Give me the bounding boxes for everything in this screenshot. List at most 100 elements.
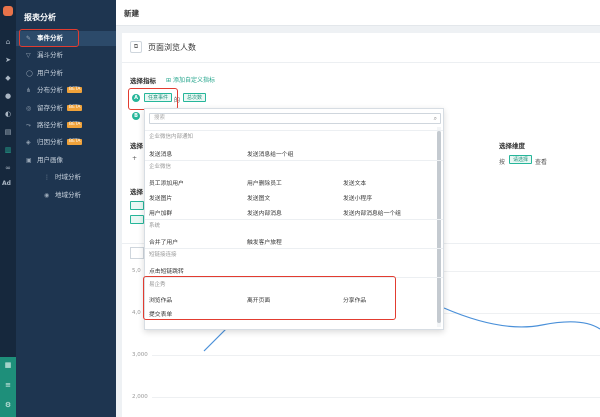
search-placeholder: 搜索 xyxy=(154,115,166,121)
option-item[interactable]: 用户删除员工 xyxy=(247,178,282,187)
option-item[interactable]: 触发客户旅程 xyxy=(247,237,282,246)
sidebar-item[interactable]: ▣ 用户画像 xyxy=(16,153,116,168)
search-icon: ⌕ xyxy=(433,115,437,122)
group-title: 企业微信内部通知 xyxy=(149,134,194,140)
region-icon: ◉ xyxy=(44,191,50,199)
add-custom-metric-link[interactable]: ⊞ 添加自定义指标 xyxy=(166,75,215,84)
home-icon[interactable]: ⌂ xyxy=(4,38,12,46)
report-name[interactable]: 页面浏览人数 xyxy=(148,42,196,53)
rail-bottom: ▦ ≡ ⚙ xyxy=(0,357,16,417)
grid-line xyxy=(152,355,600,356)
sidebar-item[interactable]: ⤳ 路径分析 BETA xyxy=(16,118,116,133)
partial-tag-1[interactable] xyxy=(130,201,144,210)
option-item[interactable]: 发送内部消息给一个组 xyxy=(343,208,401,217)
beta-badge: BETA xyxy=(67,87,83,94)
option-item[interactable]: 发送图文 xyxy=(247,193,270,202)
divider xyxy=(145,130,443,131)
sidebar-item-label: 分布分析 xyxy=(37,86,63,95)
person-icon[interactable]: ● xyxy=(4,92,12,100)
retention-icon: ◎ xyxy=(26,104,32,112)
y-tick: 3,000 xyxy=(132,352,148,358)
top-bar: 新建 xyxy=(116,0,600,26)
beta-badge: BETA xyxy=(67,104,83,111)
ad-icon[interactable]: Ad xyxy=(2,180,11,187)
menu-icon[interactable]: ≡ xyxy=(4,381,12,389)
select-metric-label: 选择指标 xyxy=(130,77,156,85)
y-tick: 4,0 xyxy=(132,310,141,316)
add-custom-metric-label: 添加自定义指标 xyxy=(172,77,215,84)
attribution-icon: ◈ xyxy=(26,139,31,147)
total-count-select[interactable]: 总次数 xyxy=(183,93,207,102)
distribution-icon: ⋔ xyxy=(26,87,32,95)
option-item[interactable]: 发送小程序 xyxy=(343,193,372,202)
trend-line-right xyxy=(443,307,600,330)
sidebar-item[interactable]: ◈ 归因分析 BETA xyxy=(16,135,116,150)
time-icon: ⋮ xyxy=(44,174,50,182)
partial-tag-2[interactable] xyxy=(130,215,144,224)
option-item[interactable]: 发送图片 xyxy=(149,193,172,202)
sidebar-item-label: 用户画像 xyxy=(37,155,63,164)
group-title: 短链接连接 xyxy=(149,252,177,258)
chat-icon[interactable]: ▤ xyxy=(4,128,12,136)
sidebar-item-label: 归因分析 xyxy=(37,138,63,147)
option-item[interactable]: 员工添加用户 xyxy=(149,178,184,187)
funnel-icon: ▽ xyxy=(26,52,31,60)
option-item[interactable]: 合并了用户 xyxy=(149,237,178,246)
beta-badge: BETA xyxy=(67,122,83,128)
sidebar-item-label: 漏斗分析 xyxy=(37,51,63,60)
highlight-event-analysis xyxy=(19,29,79,47)
divider xyxy=(145,160,443,161)
icon-rail: ⌂ ➤ ◆ ● ◐ ▤ ▥ ∞ Ad ▦ ≡ ⚙ xyxy=(0,0,16,417)
divider xyxy=(145,248,443,249)
option-item[interactable]: 发送内部消息 xyxy=(247,208,282,217)
sidebar-item[interactable]: ▽ 漏斗分析 xyxy=(16,48,116,63)
logo-icon[interactable] xyxy=(3,6,13,16)
option-item[interactable]: 发送消息 xyxy=(149,149,172,158)
partial-select-label-2: 选择 xyxy=(130,188,143,196)
sidebar-item[interactable]: ◎ 留存分析 BETA xyxy=(16,101,116,116)
beta-badge: BETA xyxy=(67,139,83,146)
view-text: 查看 xyxy=(535,159,548,166)
highlight-yiqixiu-group xyxy=(143,276,396,320)
sidebar-item[interactable]: ◯ 用户分析 xyxy=(16,66,116,81)
chart-toggle[interactable] xyxy=(130,247,144,259)
dimension-select[interactable]: 请选择 xyxy=(509,155,533,164)
dropdown-search-input[interactable]: 搜索 ⌕ xyxy=(149,113,441,124)
option-item[interactable]: 点击短链跳转 xyxy=(149,266,184,275)
sidebar-item[interactable]: ⋔ 分布分析 BETA xyxy=(16,83,116,98)
tag-icon[interactable]: ◆ xyxy=(4,74,12,82)
send-icon[interactable]: ➤ xyxy=(4,56,12,64)
sidebar-item-label: 地域分析 xyxy=(55,190,81,199)
divider xyxy=(145,219,443,220)
group-title: 系统 xyxy=(149,223,161,229)
bar-chart-icon[interactable]: ▥ xyxy=(4,146,12,154)
settings-icon[interactable]: ⚙ xyxy=(4,401,12,409)
grid-icon[interactable]: ▦ xyxy=(4,361,12,369)
sidebar-item-label: 时域分析 xyxy=(55,173,81,182)
option-item[interactable]: 发送文本 xyxy=(343,178,366,187)
breadcrumb: 新建 xyxy=(124,9,139,18)
sidebar-item[interactable]: ⋮ 时域分析 xyxy=(16,170,116,185)
sidebar-item[interactable]: ◉ 地域分析 xyxy=(16,188,116,203)
sidebar-item-label: 用户分析 xyxy=(37,68,63,77)
sidebar: 报表分析 ✎ 事件分析 ▽ 漏斗分析 ◯ 用户分析 ⋔ 分布分析 BETA ◎ 留存分析 BETA ⤳ 路… xyxy=(16,0,116,417)
group-icon[interactable]: ◐ xyxy=(4,110,12,118)
partial-select-label-1: 选择 xyxy=(130,142,143,150)
option-item[interactable]: 用户加群 xyxy=(149,208,172,217)
user-icon: ◯ xyxy=(26,69,33,77)
partial-plus[interactable]: + xyxy=(132,155,137,162)
by-text: 按 xyxy=(499,159,506,166)
y-tick: 2,000 xyxy=(132,394,148,400)
grid-line xyxy=(152,397,600,398)
option-item[interactable]: 发送消息给一个组 xyxy=(247,149,293,158)
select-dimension-label: 选择维度 xyxy=(499,142,525,150)
group-title: 企业微信 xyxy=(149,164,172,170)
sidebar-item-label: 路径分析 xyxy=(37,121,63,129)
metric-b-badge: B xyxy=(132,112,140,120)
sidebar-item-label: 留存分析 xyxy=(37,103,63,112)
highlight-any-event xyxy=(128,88,178,110)
link-icon[interactable]: ∞ xyxy=(4,164,12,172)
dropdown-scrollbar[interactable] xyxy=(437,127,441,327)
report-icon[interactable]: ⧉ xyxy=(130,41,142,53)
path-icon: ⤳ xyxy=(26,122,31,129)
